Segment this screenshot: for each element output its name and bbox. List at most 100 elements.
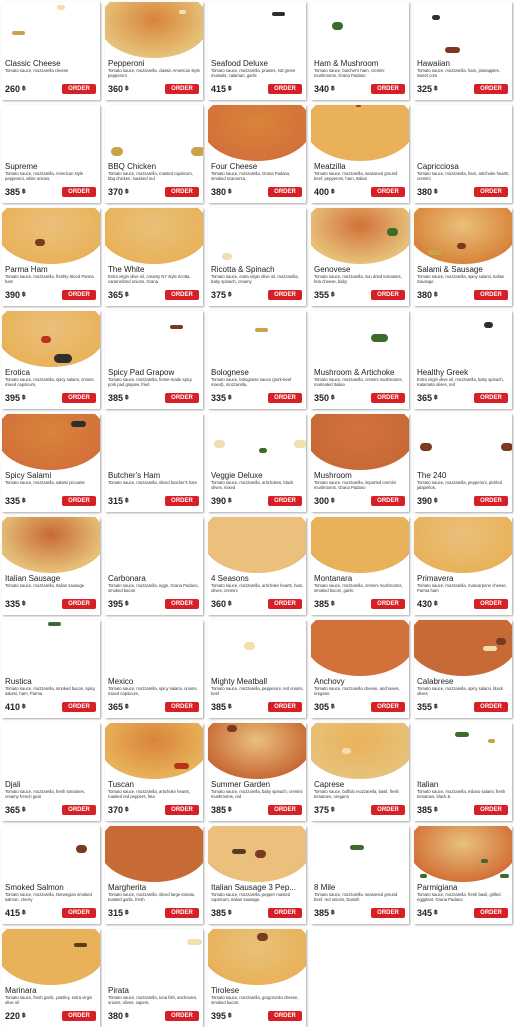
pizza-bbq-image[interactable] [105,105,203,161]
pizza-4-seasons-image[interactable] [208,517,306,573]
pizza-grapow-image[interactable] [105,311,203,367]
order-button[interactable]: ORDER [474,805,508,815]
order-button[interactable]: ORDER [268,187,302,197]
order-button[interactable]: ORDER [371,393,405,403]
menu-item-card[interactable]: Tirolese Tomato sauce, mozzarella, gorgon… [208,929,306,1027]
order-button[interactable]: ORDER [165,702,199,712]
menu-item-card[interactable]: Carbonara Tomato sauce, mozzarella, eggs,… [105,517,203,615]
pizza-hawaiian-image[interactable] [414,2,512,58]
pizza-primavera-image[interactable] [414,517,512,573]
pizza-butchers-ham-image[interactable] [105,414,203,470]
pizza-four-cheese-image[interactable] [208,105,306,161]
order-button[interactable]: ORDER [165,805,199,815]
pizza-ham-mushroom-image[interactable] [311,2,409,58]
order-button[interactable]: ORDER [268,908,302,918]
menu-item-card[interactable]: Capricciosa Tomato sauce, mozzarella, ham… [414,105,512,203]
order-button[interactable]: ORDER [165,1011,199,1021]
order-button[interactable]: ORDER [165,290,199,300]
pizza-caprese-image[interactable] [311,723,409,779]
menu-item-card[interactable]: Mexico Tomato sauce, mozzarella, spicy sa… [105,620,203,718]
pizza-tuscan-image[interactable] [105,723,203,779]
pizza-carbonara-image[interactable] [105,517,203,573]
order-button[interactable]: ORDER [474,702,508,712]
order-button[interactable]: ORDER [62,702,96,712]
menu-item-card[interactable]: Hawaiian Tomato sauce, mozzarella, ham, p… [414,2,512,100]
order-button[interactable]: ORDER [268,393,302,403]
pizza-rustica-image[interactable] [2,620,100,676]
pizza-marinara-image[interactable] [2,929,100,985]
menu-item-card[interactable]: Meatzilla Tomato sauce, mozzarella, seaso… [311,105,409,203]
order-button[interactable]: ORDER [371,496,405,506]
pizza-erotica-image[interactable] [2,311,100,367]
menu-item-card[interactable]: Mushroom Tomato sauce, mozzarella, import… [311,414,409,512]
pizza-capricciosa-image[interactable] [414,105,512,161]
menu-item-card[interactable]: Italian Sausage Tomato sauce, mozzarella,… [2,517,100,615]
menu-item-card[interactable]: Marinara Tomato sauce, fresh garlic, pars… [2,929,100,1027]
order-button[interactable]: ORDER [165,908,199,918]
menu-item-card[interactable]: Caprese Tomato sauce, buffalo mozzarella,… [311,723,409,821]
order-button[interactable]: ORDER [268,1011,302,1021]
pizza-bolognese-image[interactable] [208,311,306,367]
order-button[interactable]: ORDER [62,84,96,94]
order-button[interactable]: ORDER [268,84,302,94]
menu-item-card[interactable]: Erotica Tomato sauce, mozzarella, spicy s… [2,311,100,409]
pizza-djali-image[interactable] [2,723,100,779]
order-button[interactable]: ORDER [268,599,302,609]
order-button[interactable]: ORDER [165,187,199,197]
pizza-margherita-image[interactable] [105,826,203,882]
order-button[interactable]: ORDER [371,805,405,815]
pizza-tirolese-image[interactable] [208,929,306,985]
menu-item-card[interactable]: The White Extra virgin olive oil, creamy … [105,208,203,306]
menu-item-card[interactable]: Supreme Tomato sauce, mozzarella, America… [2,105,100,203]
pizza-summer-garden-image[interactable] [208,723,306,779]
pizza-parmigiana-image[interactable] [414,826,512,882]
menu-item-card[interactable]: Veggie Deluxe Tomato sauce, mozzarella, a… [208,414,306,512]
order-button[interactable]: ORDER [474,187,508,197]
pizza-genovese-image[interactable] [311,208,409,264]
order-button[interactable]: ORDER [474,496,508,506]
pizza-ricotta-image[interactable] [208,208,306,264]
menu-item-card[interactable]: Ricotta & Spinach Tomato sauce, extra vir… [208,208,306,306]
pizza-8-mile-image[interactable] [311,826,409,882]
menu-item-card[interactable]: 8 Mile Tomato sauce, mozzarella, seasoned… [311,826,409,924]
menu-item-card[interactable]: Margherita Tomato sauce, mozzarella, slic… [105,826,203,924]
menu-item-card[interactable]: Healthy Greek Extra virgin olive oil, moz… [414,311,512,409]
pizza-calabrese-image[interactable] [414,620,512,676]
pizza-italian-image[interactable] [414,723,512,779]
menu-item-card[interactable]: Classic Cheese Tomato sauce, mozzarella c… [2,2,100,100]
menu-item-card[interactable]: Rustica Tomato sauce, mozzarella, smoked … [2,620,100,718]
pizza-pepperoni-image[interactable] [105,2,203,58]
menu-item-card[interactable]: Ham & Mushroom Tomato sauce, butcher's ha… [311,2,409,100]
menu-item-card[interactable]: Tuscan Tomato sauce, mozzarella, artichok… [105,723,203,821]
order-button[interactable]: ORDER [268,805,302,815]
pizza-mexico-image[interactable] [105,620,203,676]
menu-item-card[interactable]: Spicy Pad Grapow Tomato sauce, mozzarella… [105,311,203,409]
order-button[interactable]: ORDER [62,1011,96,1021]
pizza-anchovy-image[interactable] [311,620,409,676]
menu-item-card[interactable]: Italian Tomato sauce, mozzarella, milano … [414,723,512,821]
pizza-mushroom-artichoke-image[interactable] [311,311,409,367]
order-button[interactable]: ORDER [371,599,405,609]
menu-item-card[interactable]: Spicy Salami Tomato sauce, mozzarella, sa… [2,414,100,512]
pizza-parma-image[interactable] [2,208,100,264]
order-button[interactable]: ORDER [62,805,96,815]
menu-item-card[interactable]: Salami & Sausage Tomato sauce, mozzarella… [414,208,512,306]
menu-item-card[interactable]: Mushroom & Artichoke Tomato sauce, mozzar… [311,311,409,409]
menu-item-card[interactable]: Anchovy Tomato sauce, mozzarella cheese, … [311,620,409,718]
menu-item-card[interactable]: Italian Sausage 3 Pep... Tomato sauce, mo… [208,826,306,924]
order-button[interactable]: ORDER [371,84,405,94]
pizza-salami-sausage-image[interactable] [414,208,512,264]
menu-item-card[interactable]: Pepperoni Tomato sauce, mozzarella, class… [105,2,203,100]
order-button[interactable]: ORDER [371,187,405,197]
order-button[interactable]: ORDER [474,84,508,94]
order-button[interactable]: ORDER [165,393,199,403]
menu-item-card[interactable]: The 240 Tomato sauce, mozzarella, peppero… [414,414,512,512]
order-button[interactable]: ORDER [62,187,96,197]
order-button[interactable]: ORDER [474,908,508,918]
order-button[interactable]: ORDER [268,290,302,300]
order-button[interactable]: ORDER [371,702,405,712]
menu-item-card[interactable]: BBQ Chicken Tomato sauce, mozzarella, roa… [105,105,203,203]
pizza-montanara-image[interactable] [311,517,409,573]
order-button[interactable]: ORDER [62,496,96,506]
pizza-240-image[interactable] [414,414,512,470]
